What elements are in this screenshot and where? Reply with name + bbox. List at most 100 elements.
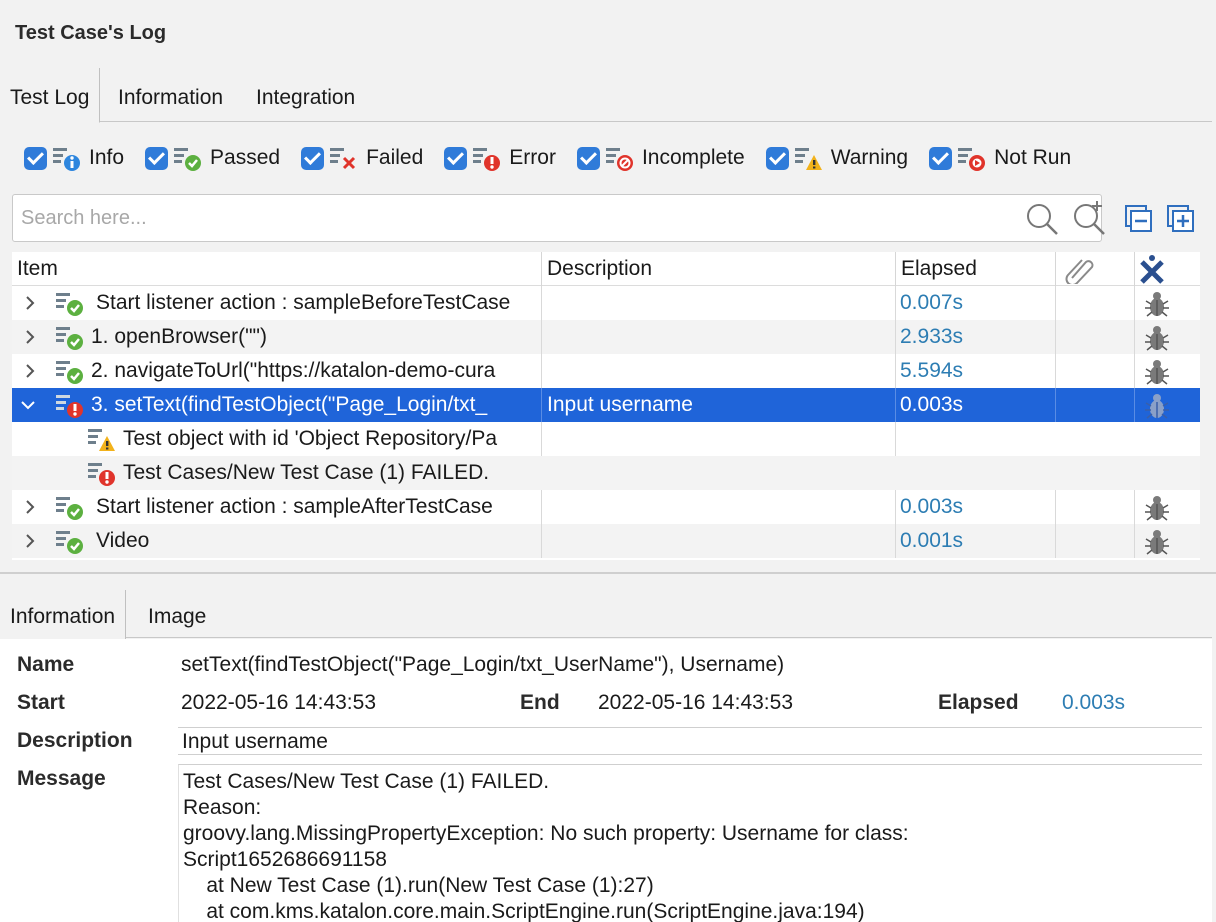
tab-information[interactable]: Information: [108, 68, 233, 122]
warning-icon: [88, 429, 115, 451]
checkbox-failed[interactable]: [301, 146, 325, 170]
bug-icon[interactable]: [1144, 358, 1170, 386]
chevron-down-icon[interactable]: [20, 397, 36, 413]
start-value: 2022-05-16 14:43:53: [181, 691, 376, 714]
filter-not-run[interactable]: Not Run: [929, 144, 1071, 172]
table-row-child[interactable]: Test Cases/New Test Case (1) FAILED.: [12, 456, 1200, 490]
row-elapsed: 0.003s: [900, 495, 964, 518]
warning-icon: [794, 148, 822, 170]
row-item: 1. openBrowser(""): [91, 325, 267, 348]
failed-icon: [330, 148, 356, 170]
chevron-right-icon[interactable]: [22, 363, 38, 379]
filter-failed-label: Failed: [366, 146, 424, 169]
message-label: Message: [17, 767, 106, 790]
passed-icon: [56, 293, 83, 316]
chevron-right-icon[interactable]: [22, 499, 38, 515]
error-icon: [56, 395, 83, 418]
table-row[interactable]: Start listener action : sampleBeforeTest…: [12, 286, 1200, 320]
filter-passed-label: Passed: [210, 146, 281, 169]
collapse-all-icon[interactable]: [1124, 204, 1154, 234]
tab-detail-information[interactable]: Information: [0, 590, 127, 639]
start-label: Start: [17, 691, 65, 714]
end-label: End: [520, 691, 560, 714]
checkbox-passed[interactable]: [145, 146, 169, 170]
row-elapsed: 2.933s: [900, 325, 964, 348]
search-box: [12, 194, 1105, 242]
bug-icon[interactable]: [1144, 528, 1170, 556]
table-row[interactable]: 1. openBrowser("") 2.933s: [12, 320, 1200, 354]
status-filters: Info Passed Failed Error Incomplete Warn…: [24, 142, 1092, 174]
end-value: 2022-05-16 14:43:53: [598, 691, 793, 714]
search-input[interactable]: [19, 203, 1009, 233]
elapsed-label: Elapsed: [938, 691, 1019, 714]
elapsed-value: 0.003s: [1062, 691, 1126, 714]
filter-warning-label: Warning: [830, 146, 909, 169]
row-elapsed: 0.001s: [900, 529, 964, 552]
row-elapsed: 5.594s: [900, 359, 964, 382]
passed-icon: [56, 497, 83, 520]
bug-icon[interactable]: [1144, 494, 1170, 522]
filter-warning[interactable]: Warning: [765, 144, 909, 172]
detail-tabbar: Information Image: [0, 590, 1212, 639]
column-item[interactable]: Item: [12, 252, 542, 286]
table-header: Item Description Elapsed: [12, 252, 1200, 286]
column-description[interactable]: Description: [542, 252, 896, 286]
table-row-selected[interactable]: 3. setText(findTestObject("Page_Login/tx…: [12, 388, 1200, 422]
bug-icon[interactable]: [1144, 392, 1170, 420]
row-item: Start listener action : sampleBeforeTest…: [96, 291, 511, 314]
name-label: Name: [17, 653, 75, 676]
row-description: [547, 490, 892, 524]
checkbox-error[interactable]: [444, 146, 468, 170]
checkbox-not-run[interactable]: [929, 146, 953, 170]
tab-integration[interactable]: Integration: [246, 68, 365, 122]
jira-icon: [1140, 255, 1164, 284]
filter-error[interactable]: Error: [444, 144, 556, 172]
detail-information-panel: Name setText(findTestObject("Page_Login/…: [0, 639, 1212, 922]
bug-icon[interactable]: [1144, 324, 1170, 352]
table-row[interactable]: 2. navigateToUrl("https://katalon-demo-c…: [12, 354, 1200, 388]
table-row[interactable]: Start listener action : sampleAfterTestC…: [12, 490, 1200, 524]
column-attachment[interactable]: [1056, 252, 1135, 286]
search-icon[interactable]: [1025, 202, 1059, 236]
checkbox-warning[interactable]: [765, 146, 789, 170]
log-tree-table: Item Description Elapsed Start listener …: [12, 252, 1200, 560]
not-run-icon: [958, 148, 986, 171]
row-item: Start listener action : sampleAfterTestC…: [96, 495, 493, 518]
row-item: Video: [96, 529, 150, 552]
row-description: [547, 524, 892, 558]
checkbox-info[interactable]: [24, 146, 47, 170]
bug-icon[interactable]: [1144, 290, 1170, 318]
chevron-right-icon[interactable]: [22, 533, 38, 549]
description-label: Description: [17, 729, 133, 752]
filter-incomplete[interactable]: Incomplete: [576, 144, 745, 172]
row-item: Test Cases/New Test Case (1) FAILED.: [123, 461, 490, 484]
column-elapsed[interactable]: Elapsed: [896, 252, 1056, 286]
advanced-search-icon[interactable]: [1071, 199, 1107, 235]
row-elapsed: 0.007s: [900, 291, 964, 314]
row-item: 3. setText(findTestObject("Page_Login/tx…: [91, 393, 488, 416]
row-description: Input username: [547, 393, 693, 416]
expand-all-icon[interactable]: [1166, 204, 1196, 234]
table-row[interactable]: Video 0.001s: [12, 524, 1200, 558]
paperclip-icon: [1065, 259, 1094, 284]
pane-divider[interactable]: [0, 572, 1216, 574]
table-row-child[interactable]: Test object with id 'Object Repository/P…: [12, 422, 1200, 456]
tab-detail-image[interactable]: Image: [138, 590, 216, 638]
checkbox-incomplete[interactable]: [576, 146, 600, 170]
filter-passed[interactable]: Passed: [145, 144, 280, 172]
column-jira[interactable]: [1135, 252, 1200, 286]
filter-incomplete-label: Incomplete: [641, 146, 745, 169]
error-icon: [88, 463, 115, 486]
filter-info[interactable]: Info: [24, 144, 124, 172]
passed-icon: [56, 327, 83, 350]
row-description: [547, 286, 892, 320]
incomplete-icon: [605, 148, 633, 171]
row-elapsed: 0.003s: [900, 393, 964, 416]
tab-test-log[interactable]: Test Log: [0, 68, 101, 123]
chevron-right-icon[interactable]: [22, 295, 38, 311]
chevron-right-icon[interactable]: [22, 329, 38, 345]
filter-not-run-label: Not Run: [994, 146, 1072, 169]
description-field[interactable]: Input username: [178, 727, 1202, 755]
message-text-area[interactable]: Test Cases/New Test Case (1) FAILED. Rea…: [178, 764, 1202, 922]
filter-failed[interactable]: Failed: [301, 144, 423, 172]
